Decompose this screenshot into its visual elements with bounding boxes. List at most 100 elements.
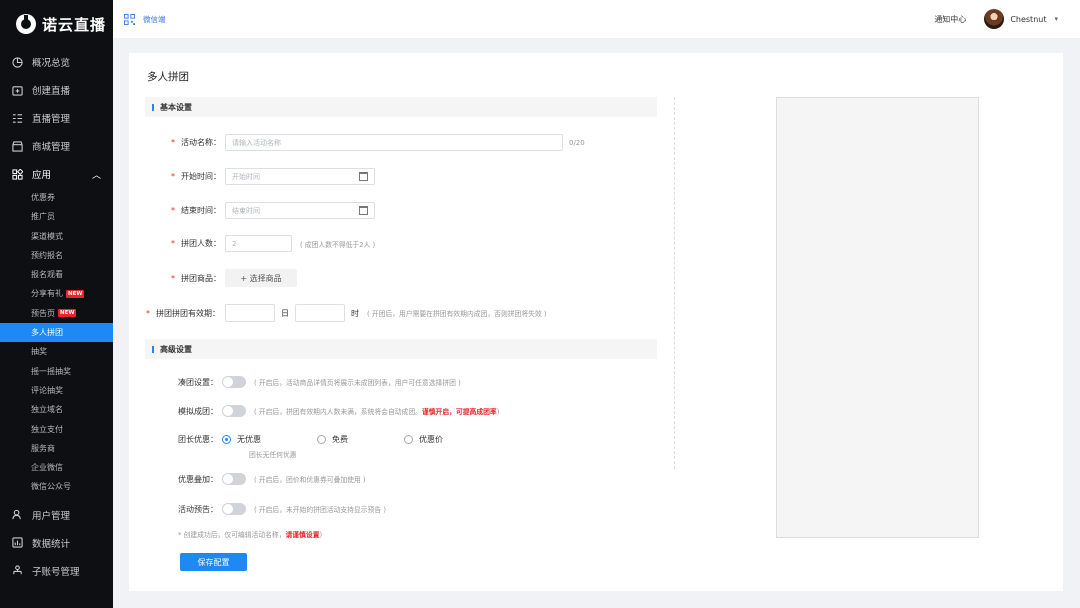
- sidebar-subitem-label: 分享有礼: [31, 289, 63, 299]
- sidebar-subitem[interactable]: 企业微信: [0, 458, 113, 477]
- simulate-group-row: 模拟成团： ( 开启后，拼团有效期内人数未满，系统将会自动成团。谨慎开启，可提高…: [178, 405, 499, 417]
- group-setting-row: 凑团设置： ( 开启后，活动商品详情页将展示未成团列表，用户可任意选择拼团 ): [178, 376, 461, 388]
- group-setting-toggle[interactable]: [222, 376, 246, 388]
- shop-icon: [12, 140, 23, 152]
- tab-wechat[interactable]: 微信端: [143, 14, 166, 25]
- required-mark: *: [171, 273, 175, 283]
- required-mark: *: [171, 138, 175, 147]
- simulate-group-toggle[interactable]: [222, 405, 246, 417]
- sidebar-subitem-active[interactable]: 多人拼团: [0, 323, 113, 343]
- required-mark: *: [171, 206, 175, 215]
- sidebar-subitem[interactable]: 优惠券: [0, 188, 113, 207]
- sidebar-subitem[interactable]: 服务商: [0, 439, 113, 458]
- sidebar-subitem[interactable]: 摇一摇抽奖: [0, 362, 113, 381]
- group-size-input[interactable]: 2: [225, 235, 292, 252]
- note-text-end: ): [319, 531, 323, 539]
- sidebar-subitem-label: 预告页: [31, 308, 55, 318]
- avatar[interactable]: [984, 9, 1005, 29]
- simulate-group-label: 模拟成团：: [178, 406, 218, 416]
- sidebar-item-label: 创建直播: [32, 86, 71, 97]
- activity-preview-toggle[interactable]: [222, 503, 246, 515]
- sidebar-item-stats[interactable]: 数据统计: [0, 529, 113, 557]
- radio-free[interactable]: 免费: [317, 434, 348, 445]
- brand-logo[interactable]: 诺云直播: [0, 0, 113, 48]
- placeholder-text: 结束时间: [232, 206, 260, 215]
- sidebar-item-label: 用户管理: [32, 510, 71, 522]
- group-size-label: 拼团人数：: [181, 239, 221, 248]
- calendar-icon: [359, 206, 368, 215]
- start-time-picker[interactable]: 开始时间: [225, 168, 375, 185]
- sidebar-item-overview[interactable]: 概况总览: [0, 48, 113, 76]
- radio-discount-price[interactable]: 优惠价: [404, 434, 443, 445]
- validity-hint: ( 开团后，用户需要在拼团有效期内成团，否则拼团将失效 ): [367, 310, 547, 318]
- sidebar-subitem-label: 报名观看: [31, 270, 63, 280]
- sidebar-menu-bottom: 用户管理 数据统计 子账号管理: [0, 501, 113, 585]
- username[interactable]: Chestnut: [1010, 15, 1046, 24]
- sidebar-menu: 概况总览 创建直播 直播管理 商城管理 应用 ︿: [0, 48, 113, 188]
- notification-center-link[interactable]: 通知中心: [934, 14, 966, 25]
- sidebar-item-apps[interactable]: 应用 ︿: [0, 160, 113, 188]
- start-time-row: * 开始时间： 开始时间: [171, 168, 375, 185]
- sidebar-subitem[interactable]: 抽奖: [0, 342, 113, 361]
- vertical-divider: [674, 97, 675, 469]
- hour-unit: 时: [351, 308, 359, 318]
- discount-stack-toggle[interactable]: [222, 473, 246, 485]
- hint-text: ( 开启后，拼团有效期内人数未满，系统将会自动成团。: [254, 408, 422, 416]
- validity-hours-input[interactable]: [295, 304, 345, 322]
- start-time-label: 开始时间：: [181, 172, 221, 181]
- end-time-picker[interactable]: 结束时间: [225, 202, 375, 219]
- radio-label: 免费: [332, 435, 348, 444]
- validity-days-input[interactable]: [225, 304, 275, 322]
- sidebar-item-sub-accounts[interactable]: 子账号管理: [0, 557, 113, 585]
- sidebar-subitem[interactable]: 推广员: [0, 207, 113, 226]
- sidebar-subitem-label: 独立支付: [31, 424, 63, 434]
- main-content: 多人拼团 基本设置 * 活动名称： 请输入活动名称 0/20 * 开始时间： 开…: [129, 53, 1063, 591]
- group-goods-label: 拼团商品：: [181, 273, 221, 283]
- placeholder-text: 开始时间: [232, 172, 260, 181]
- placeholder-text: 请输入活动名称: [232, 138, 281, 147]
- creation-note: * 创建成功后，仅可编辑活动名称，请谨慎设置): [178, 529, 322, 539]
- brand-name: 诺云直播: [42, 15, 107, 34]
- calendar-icon: [359, 172, 368, 181]
- sidebar-item-create-live[interactable]: 创建直播: [0, 76, 113, 104]
- sidebar-subitem-label: 服务商: [31, 443, 55, 453]
- sidebar-subitem-label: 推广员: [31, 212, 55, 222]
- sidebar-subitem[interactable]: 分享有礼 NEW: [0, 284, 113, 303]
- sidebar-subitem[interactable]: 评论抽奖: [0, 381, 113, 400]
- char-counter: 0/20: [569, 138, 585, 147]
- sidebar-subitem[interactable]: 独立支付: [0, 420, 113, 439]
- section-title: 高级设置: [160, 344, 192, 354]
- group-size-row: * 拼团人数： 2 ( 成团人数不得低于2人 ): [171, 235, 375, 252]
- sidebar-subitem[interactable]: 渠道模式: [0, 227, 113, 246]
- select-goods-button[interactable]: + 选择商品: [225, 269, 297, 287]
- activity-name-input[interactable]: 请输入活动名称: [225, 134, 563, 151]
- sidebar-item-label: 概况总览: [32, 58, 71, 69]
- sidebar-subitem[interactable]: 报名观看: [0, 265, 113, 284]
- sidebar-subitem-label: 摇一摇抽奖: [31, 366, 71, 376]
- required-mark: *: [146, 308, 150, 318]
- sidebar-item-shop[interactable]: 商城管理: [0, 132, 113, 160]
- group-size-hint: ( 成团人数不得低于2人 ): [300, 240, 376, 249]
- tv-add-icon: [12, 85, 23, 96]
- sidebar-item-users[interactable]: 用户管理: [0, 501, 113, 529]
- new-badge: NEW: [58, 309, 77, 318]
- page-title: 多人拼团: [147, 71, 189, 83]
- save-config-button[interactable]: 保存配置: [180, 553, 247, 571]
- leader-discount-row: 团长优惠： 无优惠 免费 优惠价: [178, 434, 443, 445]
- apps-submenu: 优惠券 推广员 渠道模式 预约报名 报名观看 分享有礼 NEW 预告页 NEW 多人…: [0, 188, 113, 497]
- sidebar-subitem[interactable]: 独立域名: [0, 400, 113, 419]
- discount-stack-label: 优惠叠加：: [178, 474, 218, 484]
- radio-no-discount[interactable]: 无优惠: [222, 434, 261, 445]
- sidebar-subitem[interactable]: 预告页 NEW: [0, 304, 113, 323]
- sidebar-subitem-label: 抽奖: [31, 347, 47, 357]
- sub-account-icon: [12, 565, 23, 576]
- input-value: 2: [232, 239, 237, 248]
- sidebar-item-live-manage[interactable]: 直播管理: [0, 104, 113, 132]
- sidebar-subitem-label: 预约报名: [31, 250, 63, 260]
- pie-chart-icon: [12, 56, 23, 68]
- caret-down-icon[interactable]: ▾: [1054, 15, 1058, 23]
- logo-icon: [16, 14, 36, 34]
- sidebar-subitem[interactable]: 预约报名: [0, 246, 113, 265]
- sidebar-item-label: 应用: [32, 170, 52, 181]
- sidebar-subitem[interactable]: 微信公众号: [0, 477, 113, 496]
